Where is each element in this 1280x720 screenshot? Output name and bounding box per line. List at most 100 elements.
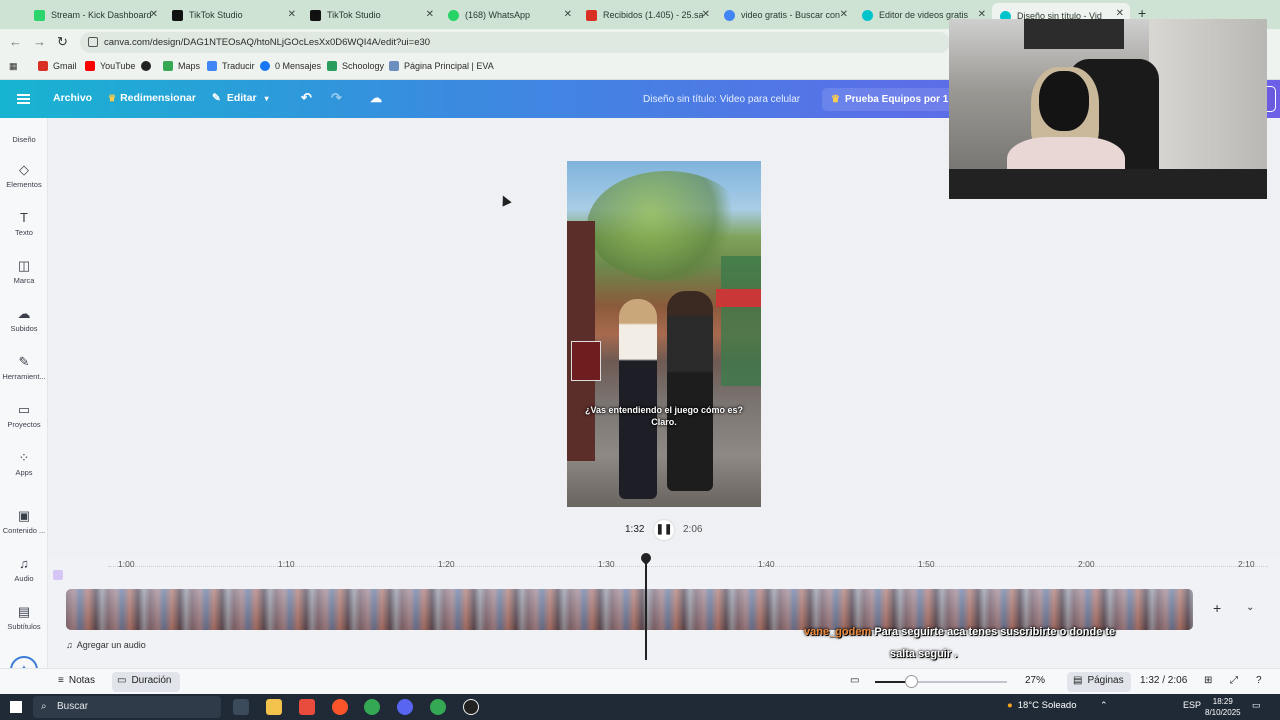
close-icon[interactable]: ✕	[1116, 8, 1124, 19]
music-note-icon: ♫	[19, 556, 29, 571]
file-explorer-icon[interactable]	[266, 699, 282, 715]
audio-marker[interactable]	[53, 570, 63, 580]
url-text: canva.com/design/DAG1NTEOsAQ/htoNLjGOcLe…	[104, 37, 431, 48]
rail-diseno[interactable]: Diseño	[0, 135, 48, 144]
rail-contenido[interactable]: ▣ Contenido ...	[0, 509, 48, 536]
rail-proyectos[interactable]: ▭ Proyectos	[0, 403, 48, 430]
weather-label: 18°C Soleado	[1017, 700, 1077, 711]
total-time: 2:06	[683, 524, 703, 535]
windows-start-icon[interactable]	[10, 701, 22, 713]
redo-icon[interactable]: ↷	[331, 90, 342, 106]
rail-subtitulos[interactable]: ▤ Subtítulos	[0, 604, 48, 632]
rail-subidos[interactable]: ☁ Subidos	[0, 307, 48, 334]
close-icon[interactable]: ✕	[702, 9, 710, 20]
rail-audio[interactable]: ♫ Audio	[0, 556, 48, 584]
rail-herramientas[interactable]: ✎ Herramient...	[0, 355, 48, 382]
brave-icon[interactable]	[332, 699, 348, 715]
bookmark-maps[interactable]: Maps	[163, 61, 200, 71]
tab-whatsapp[interactable]: (168) WhatsApp ✕	[440, 4, 578, 26]
close-icon[interactable]: ✕	[150, 9, 158, 20]
close-icon[interactable]: ✕	[564, 9, 572, 20]
tab-title: TikTok Studio	[327, 10, 381, 20]
design-title[interactable]: Diseño sin título: Video para celular	[643, 94, 800, 105]
duration-button[interactable]: ▭ Duración	[117, 675, 171, 686]
store-icon[interactable]	[299, 699, 315, 715]
taskbar-search[interactable]: ⌕ Buscar	[33, 696, 221, 718]
close-icon[interactable]: ✕	[426, 9, 434, 20]
rail-texto[interactable]: T Texto	[0, 211, 48, 238]
reload-icon[interactable]: ↻	[57, 34, 68, 50]
video-person-left	[619, 299, 657, 499]
chevron-down-icon[interactable]: ⌄	[1246, 602, 1254, 613]
bookmark-label: Gmail	[53, 61, 77, 71]
archivo-button[interactable]: Archivo	[53, 92, 92, 104]
redimensionar-button[interactable]: ♛ Redimensionar	[108, 92, 196, 104]
weather-widget[interactable]: ● 18°C Soleado	[1007, 700, 1076, 711]
rail-label: Texto	[15, 228, 33, 237]
tab-google-search[interactable]: video gratis - Buscar con ✕	[716, 4, 854, 26]
add-page-button[interactable]: +	[1213, 600, 1221, 616]
close-icon[interactable]: ✕	[288, 9, 296, 20]
bookmark-globe[interactable]	[141, 61, 156, 71]
captions-icon: ▤	[17, 604, 31, 619]
editor-footer: ≡ Notas ▭ Duración ▭ 27% ▤ Páginas 1:32 / 2…	[0, 668, 1280, 694]
tab-gmail[interactable]: Recibidos (1.405) - 25.sal ✕	[578, 4, 716, 26]
site-info-icon[interactable]	[88, 37, 98, 47]
ruler-tick: 1:00	[118, 559, 135, 569]
task-view-icon[interactable]	[233, 699, 249, 715]
discord-icon[interactable]	[397, 699, 413, 715]
notification-icon[interactable]: ▭	[1252, 700, 1261, 711]
cloud-saved-icon[interactable]: ☁	[370, 91, 382, 105]
pause-button[interactable]: ❚❚	[654, 520, 674, 540]
rail-marca[interactable]: ◫ Marca	[0, 259, 48, 286]
input-language[interactable]: ESP	[1183, 700, 1201, 710]
undo-icon[interactable]: ↶	[301, 90, 312, 106]
help-icon[interactable]: ?	[1256, 675, 1262, 686]
rail-apps[interactable]: ⁘ Apps	[0, 451, 48, 478]
fullscreen-icon[interactable]: ⤢	[1230, 675, 1238, 686]
zoom-slider-handle[interactable]	[905, 675, 918, 688]
menu-icon[interactable]	[17, 94, 30, 104]
bookmark-youtube[interactable]: YouTube	[85, 61, 135, 71]
playhead-line[interactable]	[645, 557, 647, 660]
rail-label: Elementos	[6, 180, 42, 189]
ruler-tick: 1:30	[598, 559, 615, 569]
address-bar[interactable]: canva.com/design/DAG1NTEOsAQ/htoNLjGOcLe…	[80, 32, 950, 53]
notes-button[interactable]: ≡ Notas	[58, 675, 95, 686]
tray-chevron-icon[interactable]: ⌃	[1100, 700, 1108, 711]
tab-tiktok-studio-1[interactable]: TikTok Studio ✕	[164, 4, 302, 26]
facebook-icon	[260, 61, 270, 71]
editar-button[interactable]: ✎ Editar ▾	[212, 92, 269, 104]
video-preview[interactable]: ¿Vas entendiendo el juego cómo es? Claro…	[567, 161, 761, 507]
canva-icon	[862, 9, 873, 21]
fit-screen-icon[interactable]: ▭	[850, 675, 859, 686]
taskbar-clock[interactable]: 18:29 8/10/2025	[1205, 696, 1241, 718]
rail-label: Audio	[14, 574, 34, 583]
bookmark-facebook[interactable]: 0 Mensajes	[260, 61, 321, 71]
add-audio-button[interactable]: ♫ Agregar un audio	[66, 640, 146, 650]
archivo-label: Archivo	[53, 92, 93, 104]
sun-icon: ●	[1007, 700, 1013, 711]
back-icon[interactable]: ←	[9, 34, 22, 49]
bookmark-schoology[interactable]: Schoology	[327, 61, 384, 71]
tab-kick[interactable]: Stream - Kick Dashboard ✕	[26, 4, 164, 26]
try-teams-button[interactable]: ♛ Prueba Equipos por 1 m	[822, 88, 962, 111]
bookmark-gmail[interactable]: Gmail	[38, 61, 77, 71]
timeline-ruler[interactable]: 1:00 1:10 1:20 1:30 1:40 1:50 2:00 2:10	[48, 552, 1280, 576]
close-icon[interactable]: ✕	[840, 9, 848, 20]
pages-button[interactable]: ▤ Páginas	[1073, 675, 1124, 686]
apps-grid-icon[interactable]: ▦	[9, 61, 18, 72]
obs-icon[interactable]	[463, 699, 479, 715]
webcam-desk	[949, 169, 1267, 199]
rail-elementos[interactable]: ◇ Elementos	[0, 163, 48, 190]
chrome-icon[interactable]	[364, 699, 380, 715]
bookmark-traducir[interactable]: Traducir	[207, 61, 255, 71]
forward-icon[interactable]: →	[33, 34, 46, 49]
tab-tiktok-studio-2[interactable]: TikTok Studio ✕	[302, 4, 440, 26]
bookmark-eva[interactable]: Página Principal | EVA	[389, 61, 494, 71]
ruler-tick: 1:40	[758, 559, 775, 569]
windows-taskbar: ⌕ Buscar ● 18°C Soleado ⌃ ESP 18:29 8/10/2…	[0, 694, 1280, 720]
chrome-active-icon[interactable]	[430, 699, 446, 715]
zoom-level[interactable]: 27%	[1025, 675, 1045, 686]
grid-view-icon[interactable]: ⊞	[1204, 675, 1212, 686]
